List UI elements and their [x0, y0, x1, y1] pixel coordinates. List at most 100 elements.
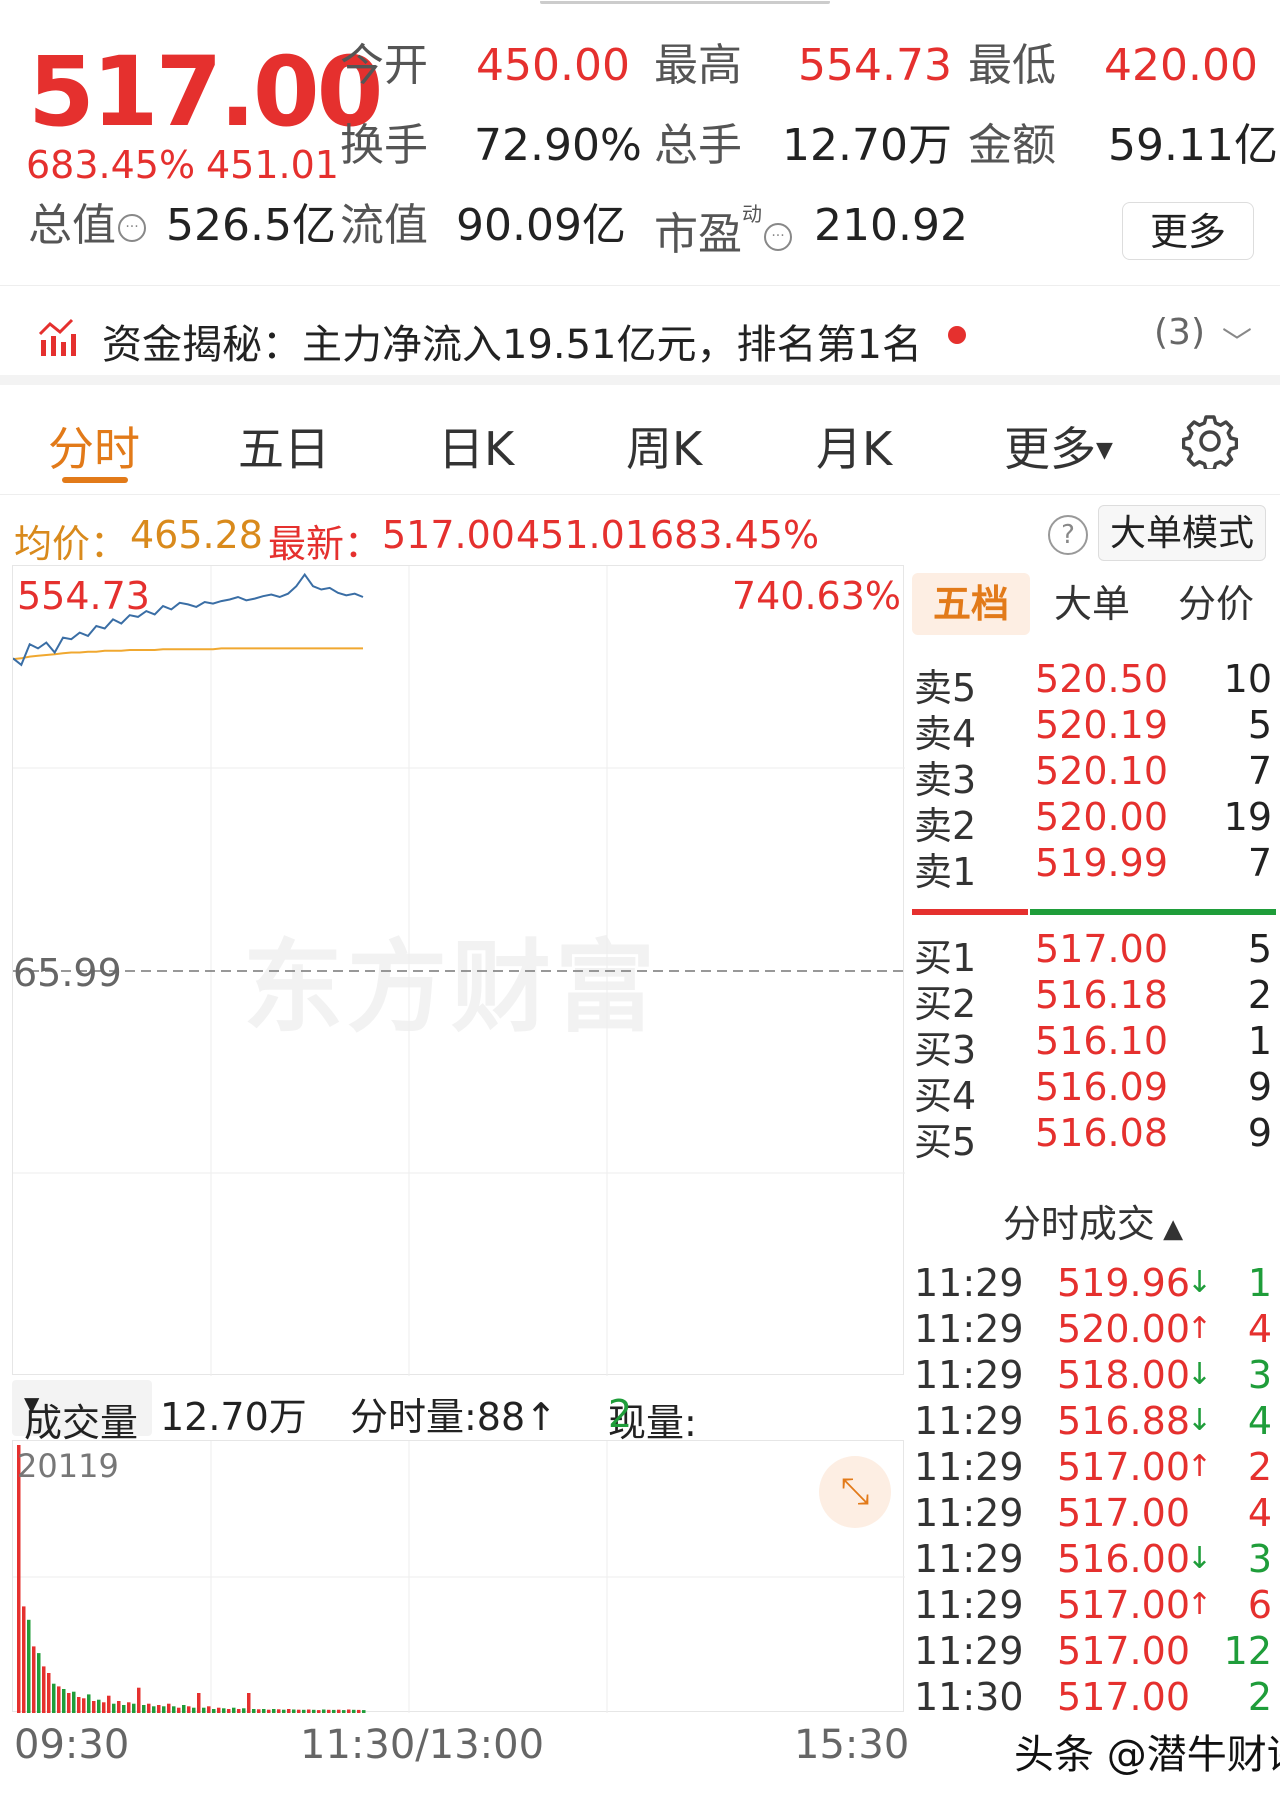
more-button[interactable]: 更多 [1122, 202, 1254, 260]
chart-tabs: 分时 五日 日K 周K 月K 更多▼ [0, 395, 1280, 495]
volume-bar [287, 1709, 291, 1713]
chevron-down-icon[interactable]: ﹀ [1222, 318, 1252, 362]
bid-row: 买5 516.08 9 [906, 1107, 1280, 1164]
tick-qty: 2 [1247, 1675, 1272, 1719]
tab-intraday[interactable]: 分时 [48, 413, 140, 479]
change-percent: 683.45% [26, 143, 196, 187]
volume-bar [242, 1708, 246, 1713]
volume-bar [312, 1709, 316, 1713]
tab-big-orders[interactable]: 大单 [1030, 573, 1154, 635]
quote-header: 517.00 683.45% 451.01 今开 450.00 最高 554.7… [0, 14, 1280, 284]
volume-bar [237, 1709, 241, 1713]
bar-chart-icon [38, 318, 76, 356]
volume-bar [217, 1707, 221, 1713]
volume-bar [52, 1683, 56, 1713]
y-axis-prev-close: 65.99 [13, 951, 122, 995]
level-qty: 9 [1247, 1111, 1272, 1155]
volume-bar [97, 1699, 101, 1713]
avg-price-line [13, 647, 363, 661]
volume-bar [162, 1706, 166, 1713]
tab-monthly-k[interactable]: 月K [816, 413, 892, 479]
ask-row: 卖5 520.50 10 [906, 653, 1280, 710]
info-dots-icon[interactable]: ··· [118, 214, 146, 242]
y-axis-high-percent: 740.63% [731, 574, 901, 618]
intraday-chart[interactable]: 东方财富 554.73 740.63% 65.99 [12, 565, 905, 1376]
info-dots-icon[interactable]: ··· [764, 223, 792, 251]
volume-bar [347, 1709, 351, 1713]
intraday-chart-svg [13, 566, 905, 1376]
volume-header: 成交量 ▼ 12.70万 分时量:88↑ 现量: 2 [12, 1380, 904, 1445]
volume-chart-svg [13, 1441, 905, 1713]
capital-flow-bar[interactable]: 资金揭秘：主力净流入19.51亿元，排名第1名 (3) ﹀ [0, 285, 1280, 385]
volume-bar [122, 1705, 126, 1713]
volume-bar [72, 1691, 76, 1713]
tab-five-levels[interactable]: 五档 [912, 573, 1030, 635]
level-price: 516.09 [1035, 1065, 1168, 1109]
tick-qty: 4 [1247, 1399, 1272, 1443]
tab-more[interactable]: 更多▼ [1004, 413, 1113, 479]
ask-row: 卖4 520.19 5 [906, 699, 1280, 756]
source-credit: 头条 @潜牛财评 [1014, 1732, 1280, 1778]
volume-bars [17, 1445, 366, 1713]
ask-row: 卖1 519.99 7 [906, 837, 1280, 894]
gear-icon[interactable] [1182, 413, 1238, 469]
arrow-down-icon: ↓ [1186, 1265, 1212, 1300]
tick-time: 11:29 [914, 1583, 1024, 1627]
volume-bar [257, 1709, 261, 1713]
tick-price: 517.00 [1057, 1675, 1190, 1719]
amount-label: 金额 [968, 120, 1056, 171]
volume-bar [327, 1709, 331, 1713]
volume-bar [197, 1693, 201, 1713]
level-label: 买5 [914, 1120, 977, 1164]
arrow-down-icon: ↓ [1186, 1541, 1212, 1576]
caret-up-icon: ▲ [1154, 1214, 1184, 1244]
bid-row: 买2 516.18 2 [906, 969, 1280, 1026]
volume-bar [337, 1709, 341, 1713]
expand-icon[interactable]: ⤡ [819, 1456, 891, 1528]
volume-bar [187, 1706, 191, 1713]
pe-value: 210.92 [814, 200, 968, 251]
tick-row: 11:29 516.00 ↓ 3 [906, 1533, 1280, 1585]
ask-row: 卖3 520.10 7 [906, 745, 1280, 802]
tick-time: 11:29 [914, 1629, 1024, 1673]
volume-chart[interactable]: 20119 ⤡ [12, 1440, 905, 1713]
tick-price: 516.00 [1057, 1537, 1190, 1581]
volume-bar [127, 1702, 131, 1713]
tick-price: 517.00 [1057, 1583, 1190, 1627]
tab-daily-k[interactable]: 日K [438, 413, 514, 479]
volume-bar [57, 1686, 61, 1713]
tick-row: 11:29 518.00 ↓ 3 [906, 1349, 1280, 1401]
tick-time: 11:29 [914, 1307, 1024, 1351]
tab-weekly-k[interactable]: 周K [626, 413, 702, 479]
tick-price: 516.88 [1057, 1399, 1190, 1443]
low-label: 最低 [968, 40, 1056, 91]
change-amount: 451.01 [206, 143, 339, 187]
tick-row: 11:29 517.00 4 [906, 1487, 1280, 1539]
arrow-up-icon: ↑ [1186, 1587, 1212, 1622]
help-icon[interactable]: ? [1048, 515, 1088, 555]
volume-bar [67, 1693, 71, 1713]
tick-qty: 6 [1247, 1583, 1272, 1627]
tick-list-header[interactable]: 分时成交 ▲ [906, 1193, 1280, 1253]
tick-price: 519.96 [1057, 1261, 1190, 1305]
level-label: 卖1 [914, 850, 977, 894]
volume-max: 20119 [17, 1447, 119, 1485]
tick-time: 11:29 [914, 1491, 1024, 1535]
tab-five-day[interactable]: 五日 [238, 413, 330, 479]
volume-bar [167, 1703, 171, 1713]
tick-time: 11:29 [914, 1537, 1024, 1581]
volume-bar [222, 1708, 226, 1713]
volume-bar [267, 1709, 271, 1713]
volume-label: 总手 [654, 120, 742, 171]
ask-ratio-fill [1030, 909, 1276, 915]
volume-bar [142, 1705, 146, 1713]
high-label: 最高 [654, 40, 742, 91]
tick-row: 11:29 516.88 ↓ 4 [906, 1395, 1280, 1447]
big-order-mode-button[interactable]: 大单模式 [1098, 505, 1266, 561]
level-price: 516.18 [1035, 973, 1168, 1017]
volume-bar [247, 1693, 251, 1713]
volume-bar [152, 1706, 156, 1713]
volume-bar [117, 1701, 121, 1713]
volume-bar [77, 1697, 81, 1713]
tab-price-dist[interactable]: 分价 [1154, 573, 1278, 635]
